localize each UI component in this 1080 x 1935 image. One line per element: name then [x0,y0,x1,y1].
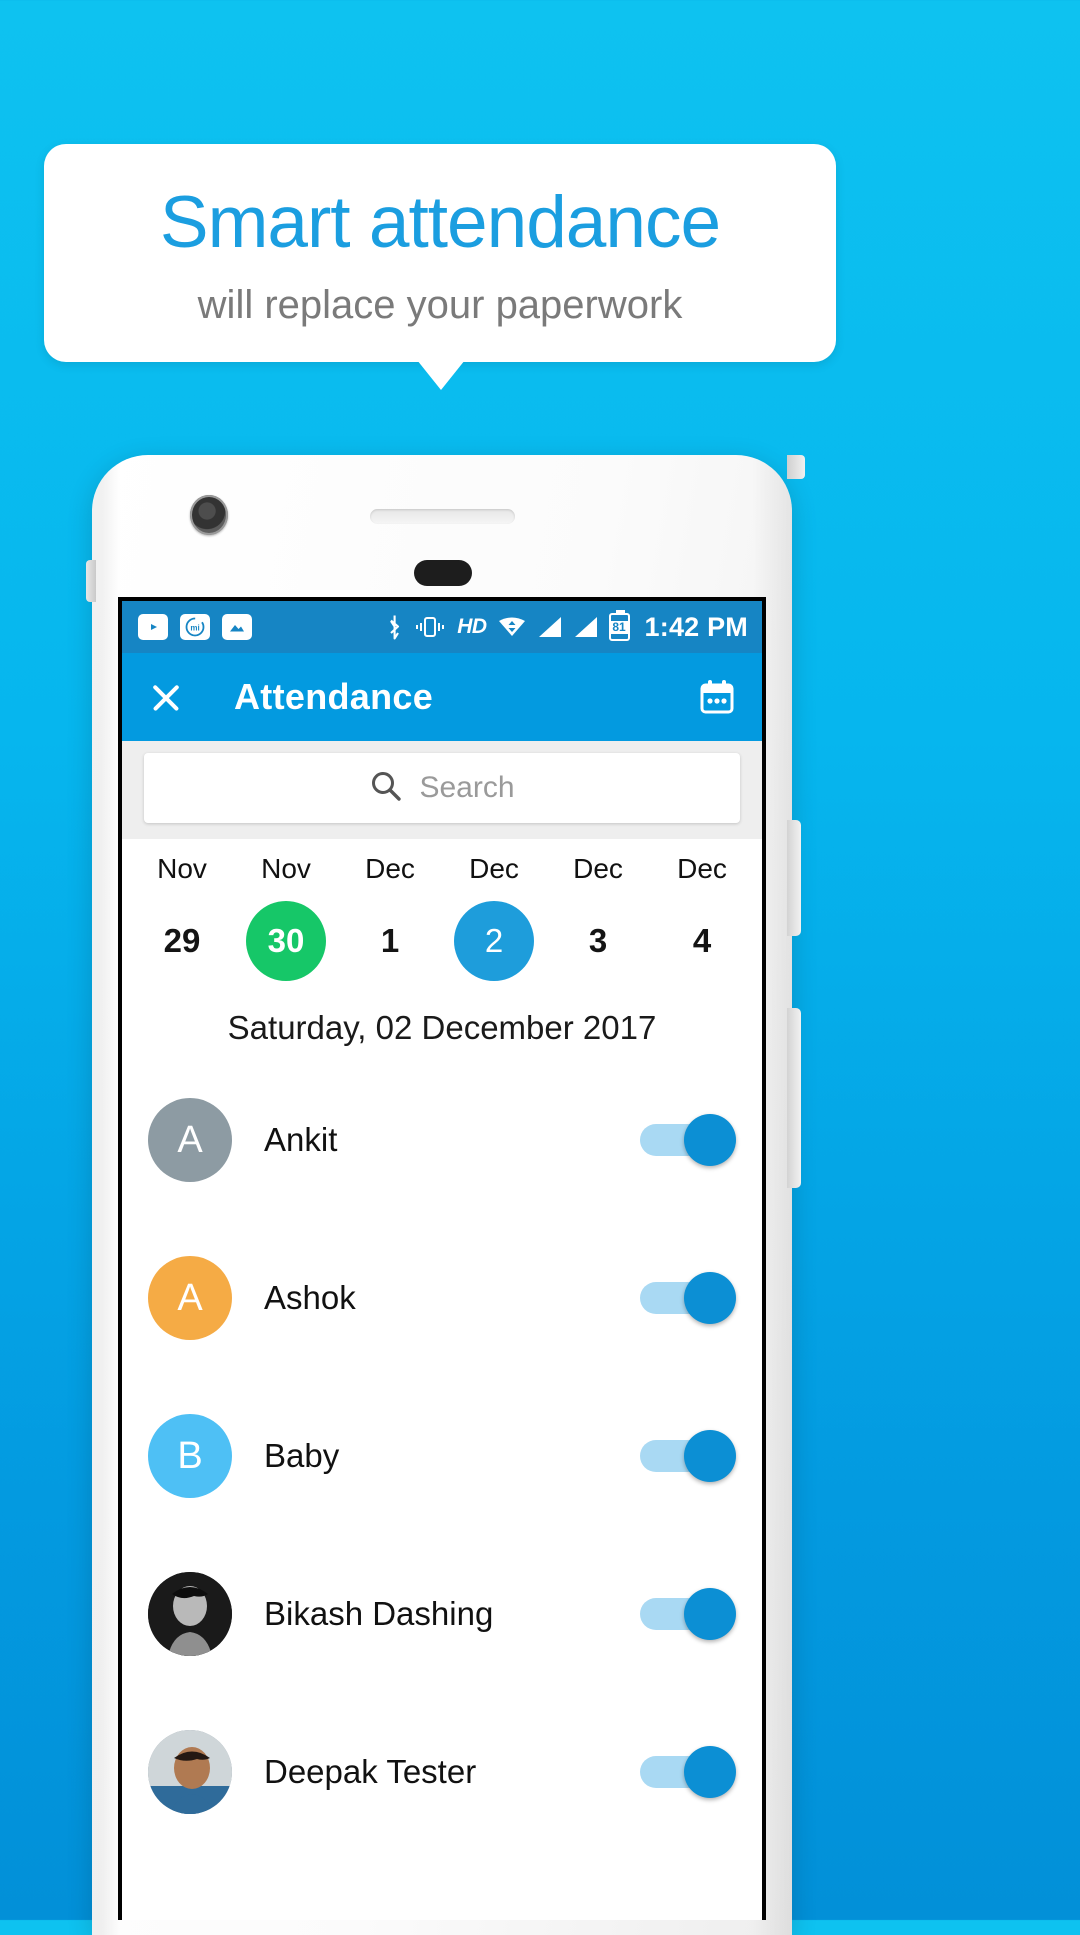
date-cell[interactable]: Nov 29 [130,853,234,981]
status-bar-clock: 1:42 PM [644,611,748,642]
attendance-toggle[interactable] [640,1744,736,1800]
date-cell-day: 4 [692,922,712,959]
vibrate-icon [414,616,446,638]
attendee-name: Ankit [264,1121,338,1158]
attendee-name: Bikash Dashing [264,1595,494,1632]
promo-subtitle: will replace your paperwork [197,282,683,327]
attendee-name: Deepak Tester [264,1753,477,1790]
battery-level-label: 81 [610,619,628,634]
date-cell-month: Dec [469,853,519,884]
date-cell[interactable]: Dec 3 [546,853,650,981]
date-cell-day: 3 [588,922,608,959]
date-cell-month: Dec [677,853,727,884]
toggle-knob [684,1114,736,1166]
signal-icon [537,616,562,638]
date-cell[interactable]: Dec 4 [650,853,754,981]
avatar: A [148,1256,232,1340]
avatar [148,1572,232,1656]
phone-earpiece-speaker [370,509,515,524]
hd-icon: HD [457,615,487,638]
attendance-row[interactable]: Bikash Dashing [122,1535,762,1693]
attendance-toggle[interactable] [640,1270,736,1326]
gallery-icon [222,614,252,640]
date-cell-month: Dec [573,853,623,884]
close-icon[interactable] [146,677,186,717]
toggle-knob [684,1430,736,1482]
attendance-list: A Ankit A Ashok B Baby Bikash Dashing Deepak Te… [122,1061,762,1851]
avatar-initial: B [177,1434,203,1477]
attendee-name: Ashok [264,1279,356,1316]
attendance-toggle[interactable] [640,1112,736,1168]
toggle-knob [684,1588,736,1640]
youtube-icon [138,614,168,640]
battery-icon: 81 [608,610,630,641]
phone-left-side-button [86,560,96,602]
date-cell-day: 1 [380,922,400,959]
signal-icon [573,616,598,638]
attendee-name: Baby [264,1437,340,1474]
date-cell-month: Nov [261,853,311,884]
search-icon [369,769,403,808]
search-input[interactable]: Search [144,753,740,823]
search-placeholder: Search [419,771,515,804]
phone-front-camera [190,495,228,535]
date-cell-month: Nov [157,853,207,884]
attendance-row[interactable]: Deepak Tester [122,1693,762,1851]
selected-date-heading: Saturday, 02 December 2017 [122,987,762,1061]
phone-volume-up-button [787,820,801,936]
wifi-icon [498,616,526,638]
mi-app-icon: mi [180,614,210,640]
status-bar: mi HD 81 1:42 PM [122,601,762,653]
avatar-initial: A [177,1118,203,1161]
search-section: Search [122,741,762,839]
date-strip: Nov 29 Nov 30 Dec 1 Dec 2 Dec 3 Dec 4 [122,839,762,987]
phone-power-button [787,455,805,479]
attendance-row[interactable]: B Baby [122,1377,762,1535]
date-cell[interactable]: Dec 2 [442,853,546,981]
status-bar-system-icons: HD 81 1:42 PM [386,610,748,643]
avatar [148,1730,232,1814]
date-cell[interactable]: Nov 30 [234,853,338,981]
phone-sensor [414,560,472,586]
status-bar-notifications: mi [138,614,252,640]
phone-screen: mi HD 81 1:42 PM Attendance Search Nov 2… [118,597,766,1920]
promo-callout-bubble: Smart attendance will replace your paper… [44,144,836,362]
attendance-toggle[interactable] [640,1586,736,1642]
calendar-icon[interactable] [694,674,740,720]
svg-text:mi: mi [190,624,199,633]
page-title: Attendance [234,676,434,717]
date-cell-month: Dec [365,853,415,884]
date-cell-day: 29 [163,922,201,959]
avatar: B [148,1414,232,1498]
attendance-row[interactable]: A Ashok [122,1219,762,1377]
date-cell[interactable]: Dec 1 [338,853,442,981]
date-cell-day: 2 [454,901,534,981]
date-cell-day: 30 [246,901,326,981]
avatar-initial: A [177,1276,203,1319]
toggle-knob [684,1272,736,1324]
app-toolbar: Attendance [122,653,762,741]
avatar: A [148,1098,232,1182]
attendance-toggle[interactable] [640,1428,736,1484]
toggle-knob [684,1746,736,1798]
attendance-row[interactable]: A Ankit [122,1061,762,1219]
phone-volume-down-button [787,1008,801,1188]
promo-title: Smart attendance [159,181,721,263]
bluetooth-icon [386,614,403,640]
promo-bubble-tail [417,360,465,390]
